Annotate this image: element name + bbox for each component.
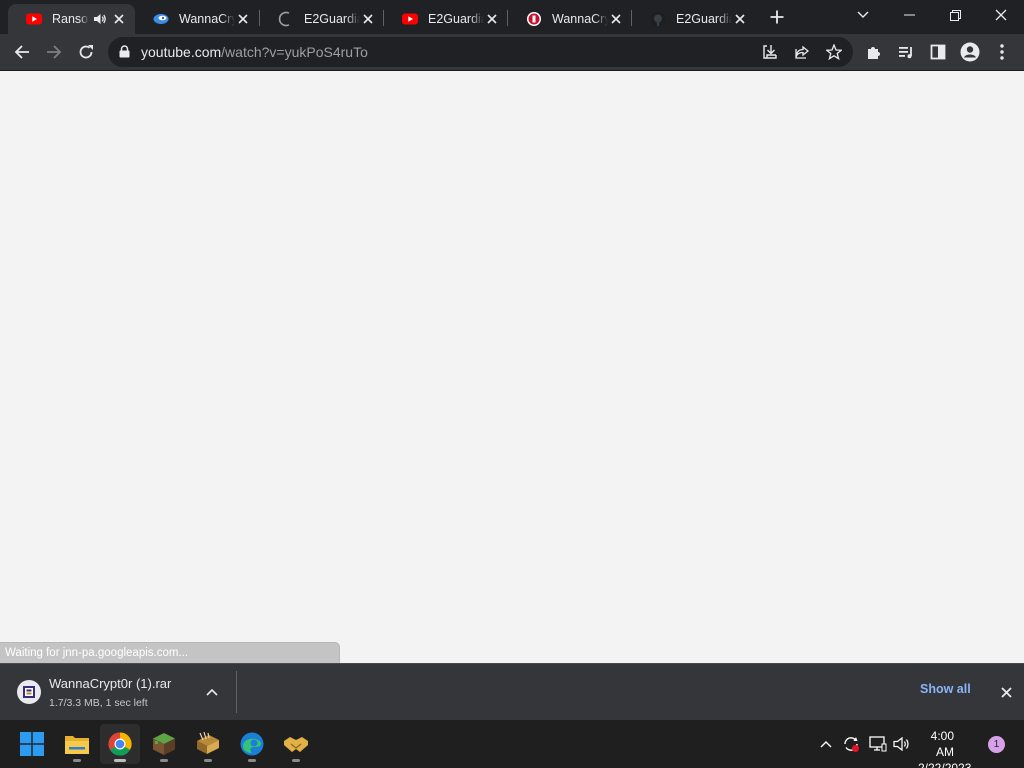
browser-toolbar: youtube.com/watch?v=yukPoS4ruTo — [0, 34, 1024, 70]
taskbar-handshake-app[interactable] — [276, 724, 316, 764]
screen: Ransomware WannaCrypt0r E2Guardian — [0, 0, 1024, 768]
back-button[interactable] — [8, 38, 36, 66]
side-panel-icon[interactable] — [924, 38, 952, 66]
address-bar[interactable]: youtube.com/watch?v=yukPoS4ruTo — [108, 37, 853, 67]
close-tab-icon[interactable] — [360, 11, 376, 27]
running-indicator — [292, 759, 300, 762]
extensions-icon[interactable] — [860, 38, 888, 66]
tab-wannacry[interactable]: WannaCry — [508, 4, 632, 34]
tab-wannacrypt0r[interactable]: WannaCrypt0r — [135, 4, 259, 34]
download-item[interactable]: WannaCrypt0r (1).rar 1.7/3.3 MB, 1 sec l… — [0, 664, 236, 720]
close-window-button[interactable] — [978, 0, 1024, 30]
lock-icon[interactable] — [119, 45, 130, 63]
start-icon — [20, 732, 44, 756]
new-tab-button[interactable] — [766, 6, 788, 28]
edge-icon — [240, 732, 264, 756]
chevron-up-icon — [820, 741, 832, 748]
tab-e2guardian-2[interactable]: E2Guardian — [384, 4, 508, 34]
status-bubble: Waiting for jnn-pa.googleapis.com... — [0, 642, 340, 663]
chrome-icon — [108, 732, 132, 756]
taskbar-edge[interactable] — [232, 724, 272, 764]
handshake-icon — [284, 737, 308, 752]
running-indicator — [160, 759, 168, 762]
forward-button[interactable] — [40, 38, 68, 66]
taskbar: 4:00 AM 2/22/2023 — [0, 720, 1024, 768]
audio-playing-icon[interactable] — [93, 12, 107, 26]
github-icon — [650, 11, 666, 27]
system-clock[interactable]: 4:00 AM 2/22/2023 — [918, 728, 998, 768]
tab-title: Ransomware — [52, 12, 89, 26]
url-text[interactable]: youtube.com/watch?v=yukPoS4ruTo — [141, 44, 368, 60]
tab-title: E2Guardian — [304, 12, 360, 26]
taskbar-winrar[interactable] — [188, 724, 228, 764]
close-tab-icon[interactable] — [608, 11, 624, 27]
rar-file-icon — [17, 680, 41, 704]
reload-button[interactable] — [72, 38, 100, 66]
close-tab-icon[interactable] — [111, 11, 127, 27]
url-path: /watch?v=yukPoS4ruTo — [221, 44, 368, 60]
profile-avatar-icon[interactable] — [956, 38, 984, 66]
loading-spinner-icon — [278, 11, 294, 27]
download-filename: WannaCrypt0r (1).rar — [49, 676, 172, 691]
sync-error-icon — [844, 737, 859, 752]
clock-date: 2/22/2023 — [918, 761, 972, 768]
close-tab-icon[interactable] — [484, 11, 500, 27]
start-button[interactable] — [12, 724, 52, 764]
youtube-icon — [26, 11, 42, 27]
install-app-icon[interactable] — [760, 43, 780, 61]
blue-swoosh-icon — [153, 11, 169, 27]
media-controls-icon[interactable] — [892, 38, 920, 66]
tray-sync-status[interactable] — [840, 720, 862, 768]
taskbar-file-explorer[interactable] — [57, 724, 97, 764]
notification-badge[interactable]: 1 — [988, 736, 1005, 753]
share-icon[interactable] — [792, 43, 812, 61]
running-indicator — [204, 759, 212, 762]
minimize-button[interactable] — [886, 0, 932, 30]
close-tab-icon[interactable] — [235, 11, 251, 27]
tray-volume[interactable] — [891, 720, 913, 768]
menu-kebab-icon[interactable] — [988, 38, 1016, 66]
chevron-up-icon[interactable] — [203, 684, 221, 700]
network-icon — [869, 736, 887, 752]
status-text: Waiting for jnn-pa.googleapis.com... — [5, 647, 189, 659]
minecraft-icon — [153, 733, 175, 755]
page-content — [0, 71, 1024, 663]
taskbar-minecraft[interactable] — [144, 724, 184, 764]
red-circle-icon — [526, 11, 542, 27]
tab-e2guardian-1[interactable]: E2Guardian — [260, 4, 384, 34]
tab-title: E2Guardian — [676, 12, 732, 26]
youtube-icon — [402, 11, 418, 27]
volume-icon — [893, 736, 909, 752]
download-separator — [236, 671, 237, 713]
tab-title: WannaCry — [552, 12, 608, 26]
tray-network[interactable] — [867, 720, 889, 768]
url-host: youtube.com — [141, 44, 222, 60]
running-indicator — [248, 759, 256, 762]
bookmark-star-icon[interactable] — [824, 43, 844, 61]
tab-search-button[interactable] — [840, 0, 886, 30]
tab-e2guardian-3[interactable]: E2Guardian — [632, 4, 756, 34]
tab-strip: Ransomware WannaCrypt0r E2Guardian — [0, 0, 1024, 34]
download-shelf: WannaCrypt0r (1).rar 1.7/3.3 MB, 1 sec l… — [0, 663, 1024, 720]
show-all-button[interactable]: Show all — [920, 682, 971, 696]
tab-title: E2Guardian — [428, 12, 484, 26]
clock-time: 4:00 AM — [930, 729, 954, 759]
winrar-icon — [197, 732, 219, 754]
running-indicator — [73, 759, 81, 762]
running-indicator — [114, 759, 126, 762]
taskbar-chrome[interactable] — [100, 724, 140, 764]
restore-button[interactable] — [932, 0, 978, 30]
show-hidden-icons[interactable] — [816, 720, 836, 768]
download-status: 1.7/3.3 MB, 1 sec left — [49, 697, 148, 709]
close-shelf-icon[interactable] — [997, 683, 1015, 701]
tab-title: WannaCrypt0r — [179, 12, 235, 26]
file-explorer-icon — [65, 736, 89, 754]
close-tab-icon[interactable] — [732, 11, 748, 27]
tab-ransomware[interactable]: Ransomware — [8, 4, 135, 34]
